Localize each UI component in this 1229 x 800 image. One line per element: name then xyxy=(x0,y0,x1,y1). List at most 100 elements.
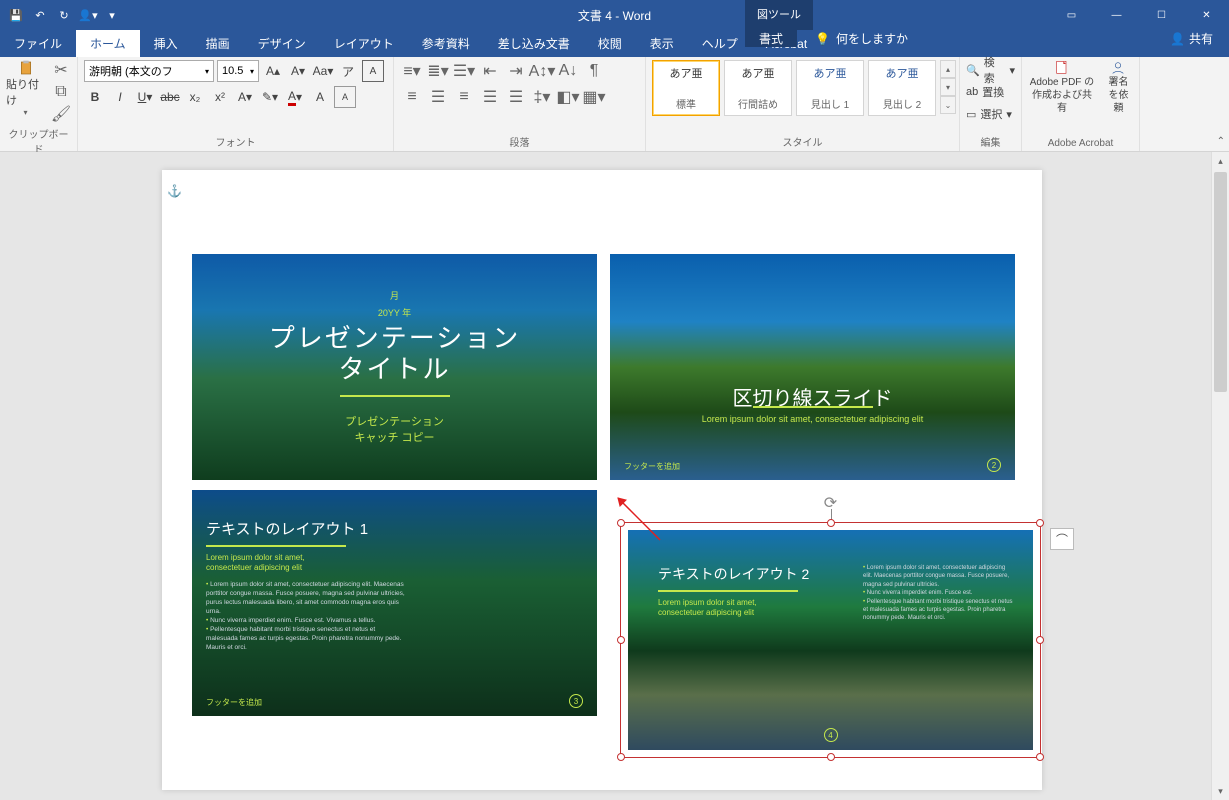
tab-file[interactable]: ファイル xyxy=(0,30,76,57)
scroll-down-icon[interactable]: ▾ xyxy=(1212,782,1229,800)
cursor-icon: ▭ xyxy=(966,108,976,121)
text-effects-icon[interactable]: A▾ xyxy=(234,86,256,108)
style-no-spacing[interactable]: あア亜行間詰め xyxy=(724,60,792,116)
tab-home[interactable]: ホーム xyxy=(76,30,140,57)
style-heading1[interactable]: あア亜見出し 1 xyxy=(796,60,864,116)
maximize-icon[interactable]: ☐ xyxy=(1139,0,1184,30)
select-button[interactable]: ▭選択▾ xyxy=(966,104,1015,124)
tab-review[interactable]: 校閲 xyxy=(584,30,636,57)
underline-icon[interactable]: U▾ xyxy=(134,86,156,108)
layout-options-button[interactable]: ⌒ xyxy=(1050,528,1074,550)
rotate-handle-icon[interactable]: ⟳ xyxy=(824,493,837,513)
undo-icon[interactable]: ↶ xyxy=(30,5,50,25)
scroll-up-icon[interactable]: ▴ xyxy=(1212,152,1229,170)
indent-increase-icon[interactable]: ⇥ xyxy=(504,60,528,82)
align-center-icon[interactable]: ☰ xyxy=(426,86,450,108)
resize-handle-ne[interactable] xyxy=(1036,519,1044,527)
resize-handle-sw[interactable] xyxy=(617,753,625,761)
strike-icon[interactable]: abc xyxy=(159,86,181,108)
italic-icon[interactable]: I xyxy=(109,86,131,108)
distribute-icon[interactable]: ☰ xyxy=(504,86,528,108)
close-icon[interactable]: ✕ xyxy=(1184,0,1229,30)
tab-references[interactable]: 参考資料 xyxy=(408,30,484,57)
grow-font-icon[interactable]: A▴ xyxy=(262,60,284,82)
bullets-icon[interactable]: ≡▾ xyxy=(400,60,424,82)
highlight-icon[interactable]: ✎▾ xyxy=(259,86,281,108)
save-icon[interactable]: 💾 xyxy=(6,5,26,25)
indent-decrease-icon[interactable]: ⇤ xyxy=(478,60,502,82)
justify-icon[interactable]: ☰ xyxy=(478,86,502,108)
style-normal[interactable]: あア亜標準 xyxy=(652,60,720,116)
change-case-icon[interactable]: Aa▾ xyxy=(312,60,334,82)
shading-icon[interactable]: ◧▾ xyxy=(556,86,580,108)
align-right-icon[interactable]: ≡ xyxy=(452,86,476,108)
ruby-icon[interactable]: ア xyxy=(337,60,359,82)
minimize-icon[interactable]: — xyxy=(1094,0,1139,30)
group-clipboard: 貼り付け ▾ ✂ ⧉ 🖌 クリップボード xyxy=(0,57,78,151)
find-button[interactable]: 🔍検索▾ xyxy=(966,60,1015,80)
align-left-icon[interactable]: ≡ xyxy=(400,86,424,108)
slide4-page: 4 xyxy=(824,728,838,742)
tab-view[interactable]: 表示 xyxy=(636,30,688,57)
format-painter-icon[interactable]: 🖌 xyxy=(51,104,71,124)
font-size-combo[interactable]: 10.5▾ xyxy=(217,60,259,82)
slide-1[interactable]: 月 20YY 年 プレゼンテーション タイトル プレゼンテーション キャッチ コ… xyxy=(192,254,597,480)
show-marks-icon[interactable]: ¶ xyxy=(582,60,606,82)
scroll-thumb[interactable] xyxy=(1214,172,1227,392)
slide-3[interactable]: テキストのレイアウト 1 Lorem ipsum dolor sit amet,… xyxy=(192,490,597,716)
numbering-icon[interactable]: ≣▾ xyxy=(426,60,450,82)
request-sign-button[interactable]: 署名 を依頼 xyxy=(1104,60,1133,115)
slide-2[interactable]: 区切り線スライド Lorem ipsum dolor sit amet, con… xyxy=(610,254,1015,480)
styles-more-icon[interactable]: ⌄ xyxy=(940,96,956,114)
tab-design[interactable]: デザイン xyxy=(244,30,320,57)
sort-icon[interactable]: A↓ xyxy=(556,60,580,82)
share-icon: 👤 xyxy=(1170,32,1185,46)
shrink-font-icon[interactable]: A▾ xyxy=(287,60,309,82)
redo-icon[interactable]: ↻ xyxy=(54,5,74,25)
superscript-icon[interactable]: x² xyxy=(209,86,231,108)
replace-button[interactable]: ab置換 xyxy=(966,82,1015,102)
resize-handle-se[interactable] xyxy=(1036,753,1044,761)
slide-4[interactable]: テキストのレイアウト 2 Lorem ipsum dolor sit amet,… xyxy=(628,530,1033,750)
share-button[interactable]: 👤 共有 xyxy=(1162,30,1221,47)
qat-more-icon[interactable]: ▾ xyxy=(102,5,122,25)
collapse-ribbon-icon[interactable]: ⌃ xyxy=(1217,136,1225,147)
tab-layout[interactable]: レイアウト xyxy=(320,30,408,57)
style-heading2[interactable]: あア亜見出し 2 xyxy=(868,60,936,116)
create-pdf-button[interactable]: Adobe PDF の 作成および共有 xyxy=(1028,60,1096,115)
tab-insert[interactable]: 挿入 xyxy=(140,30,192,57)
styles-down-icon[interactable]: ▾ xyxy=(940,78,956,96)
font-label: フォント xyxy=(84,132,387,151)
font-color-icon[interactable]: A▾ xyxy=(284,86,306,108)
document-area[interactable]: ⚓ 月 20YY 年 プレゼンテーション タイトル プレゼンテーション キャッチ… xyxy=(0,152,1211,800)
tab-mailings[interactable]: 差し込み文書 xyxy=(484,30,584,57)
char-border-icon[interactable]: A xyxy=(334,86,356,108)
cut-icon[interactable]: ✂ xyxy=(51,60,71,80)
tab-format[interactable]: 書式 xyxy=(745,30,797,47)
tab-draw[interactable]: 描画 xyxy=(192,30,244,57)
font-name-combo[interactable]: 游明朝 (本文のフ▾ xyxy=(84,60,214,82)
multilevel-icon[interactable]: ☰▾ xyxy=(452,60,476,82)
account-icon[interactable]: 👤▾ xyxy=(78,5,98,25)
char-shading-icon[interactable]: A xyxy=(309,86,331,108)
resize-handle-w[interactable] xyxy=(617,636,625,644)
search-icon: 🔍 xyxy=(966,64,980,77)
subscript-icon[interactable]: x₂ xyxy=(184,86,206,108)
vertical-scrollbar[interactable]: ▴ ▾ xyxy=(1211,152,1229,800)
text-direction-icon[interactable]: A↕▾ xyxy=(530,60,554,82)
tab-help[interactable]: ヘルプ xyxy=(688,30,752,57)
styles-up-icon[interactable]: ▴ xyxy=(940,60,956,78)
copy-icon[interactable]: ⧉ xyxy=(51,82,71,102)
line-spacing-icon[interactable]: ‡▾ xyxy=(530,86,554,108)
resize-handle-n[interactable] xyxy=(827,519,835,527)
resize-handle-e[interactable] xyxy=(1036,636,1044,644)
list-item: Nunc viverra imperdiet enim. Fusce est. … xyxy=(206,616,406,625)
paste-button[interactable]: 貼り付け ▾ xyxy=(6,60,45,117)
bold-icon[interactable]: B xyxy=(84,86,106,108)
borders-icon[interactable]: ▦▾ xyxy=(582,86,606,108)
ribbon-options-icon[interactable]: ▭ xyxy=(1049,0,1094,30)
resize-handle-s[interactable] xyxy=(827,753,835,761)
slide3-title: テキストのレイアウト 1 xyxy=(206,518,406,539)
enclose-icon[interactable]: A xyxy=(362,60,384,82)
tell-me-search[interactable]: 💡 何をしますか xyxy=(805,30,918,47)
